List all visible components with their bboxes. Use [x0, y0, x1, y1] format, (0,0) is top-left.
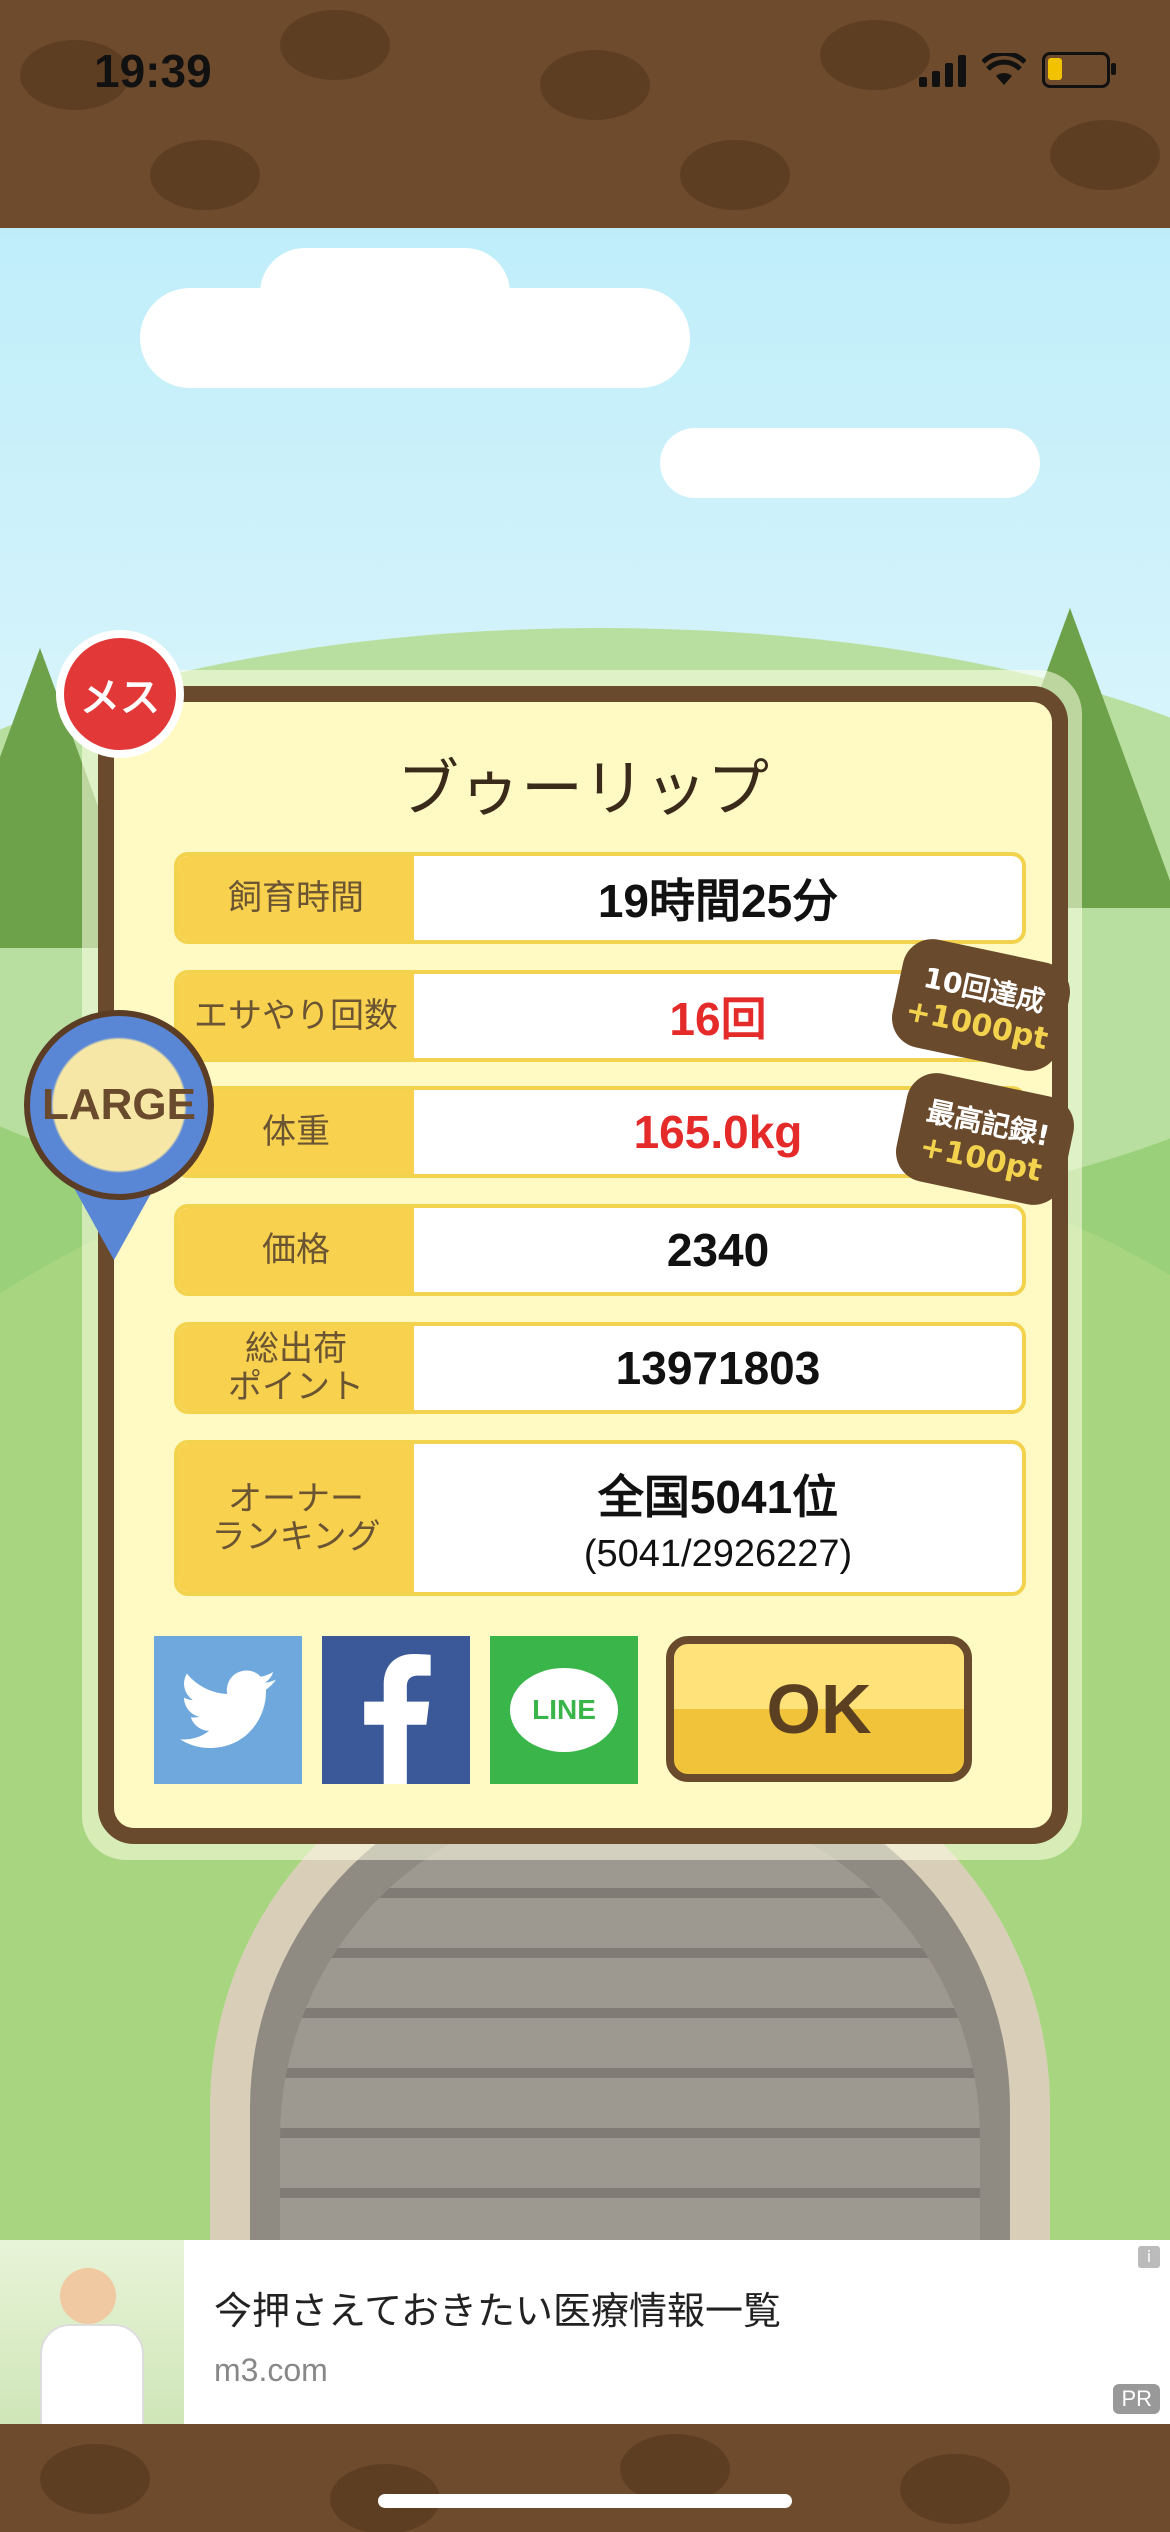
stat-label: エサやり回数 — [178, 974, 414, 1058]
home-indicator[interactable] — [378, 2494, 792, 2508]
stat-row-total-points: 総出荷 ポイント 13971803 — [174, 1322, 1026, 1414]
ad-url: m3.com — [214, 2352, 328, 2388]
stat-label: 飼育時間 — [178, 856, 414, 940]
ranking-value: 全国5041位 — [597, 1470, 839, 1523]
ranking-detail: (5041/2926227) — [583, 1532, 853, 1575]
stat-value: 13971803 — [615, 1342, 821, 1394]
stat-value: 19時間25分 — [597, 875, 839, 927]
stat-row-price: 価格 2340 — [174, 1204, 1026, 1296]
facebook-share-button[interactable] — [322, 1636, 470, 1784]
stat-value: 全国5041位 (5041/2926227) — [414, 1444, 1022, 1592]
gender-label: メス — [80, 675, 160, 721]
ad-title[interactable]: 今押さえておきたい医療情報一覧 — [214, 2280, 781, 2335]
ad-image — [0, 2240, 184, 2428]
female-gender-badge: メス — [56, 630, 184, 758]
stat-label: 価格 — [178, 1208, 414, 1292]
stat-row-raising-time: 飼育時間 19時間25分 — [174, 852, 1026, 944]
ad-pr-label: PR — [1113, 2384, 1160, 2414]
twitter-share-button[interactable] — [154, 1636, 302, 1784]
status-bar: 19:39 — [0, 0, 1170, 150]
ad-banner[interactable]: 今押さえておきたい医療情報一覧 m3.com i PR — [0, 2240, 1170, 2428]
battery-icon — [1042, 52, 1116, 88]
line-label: LINE — [532, 1694, 596, 1725]
wifi-icon — [982, 53, 1026, 85]
stat-value: 2340 — [666, 1224, 770, 1276]
cellular-signal-icon — [919, 53, 966, 87]
stat-row-owner-ranking: オーナー ランキング 全国5041位 (5041/2926227) — [174, 1440, 1026, 1596]
result-panel: ブゥーリップ 飼育時間 19時間25分 エサやり回数 16回 体重 165.0k… — [98, 686, 1068, 1844]
large-size-ribbon: LARGE — [24, 1010, 214, 1200]
status-time: 19:39 — [94, 45, 212, 97]
bottom-pattern-band — [0, 2424, 1170, 2532]
stat-label: 総出荷 ポイント — [178, 1326, 414, 1410]
stat-label: オーナー ランキング — [178, 1444, 414, 1592]
cloud — [660, 428, 1040, 498]
facebook-icon — [364, 1654, 431, 1784]
size-label: LARGE — [42, 1080, 196, 1129]
pet-name: ブゥーリップ — [396, 752, 769, 825]
twitter-icon — [180, 1670, 276, 1748]
cloud — [260, 248, 510, 338]
line-bubble-icon: LINE — [510, 1668, 618, 1752]
line-share-button[interactable]: LINE — [490, 1636, 638, 1784]
ok-button[interactable]: OK — [666, 1636, 972, 1782]
ad-info-icon[interactable]: i — [1138, 2246, 1160, 2268]
